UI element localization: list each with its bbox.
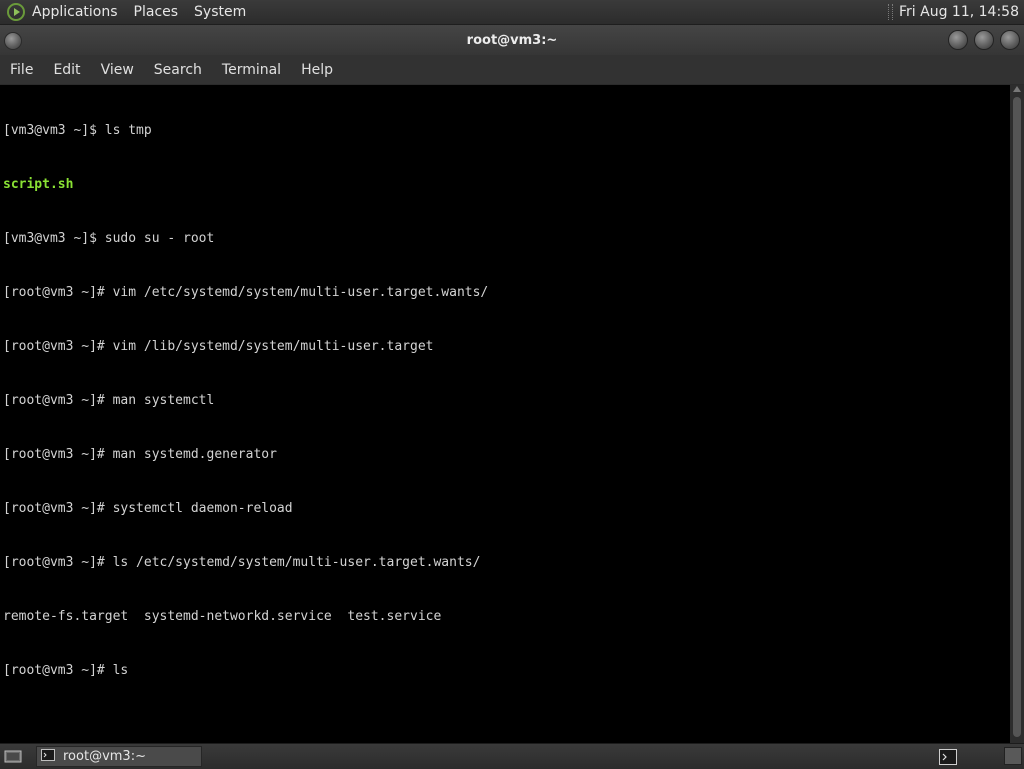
terminal-line: [root@vm3 ~]# vim /lib/systemd/system/mu…: [3, 339, 434, 354]
terminal-line: [root@vm3 ~]# man systemctl: [3, 393, 215, 408]
window-controls: [948, 30, 1020, 50]
maximize-icon[interactable]: [974, 30, 994, 50]
menu-terminal[interactable]: Terminal: [212, 62, 291, 78]
menu-help[interactable]: Help: [291, 62, 343, 78]
panel-logo-icon[interactable]: [4, 0, 28, 24]
scroll-up-arrow-icon[interactable]: [1013, 86, 1021, 92]
terminal-line: remote-fs.target systemd-networkd.servic…: [3, 609, 442, 624]
places-menu[interactable]: Places: [126, 4, 187, 20]
terminal-line: [vm3@vm3 ~]$ ls tmp: [3, 123, 152, 138]
clock[interactable]: Fri Aug 11, 14:58: [899, 4, 1024, 20]
terminal-line: script.sh: [3, 177, 74, 192]
system-menu[interactable]: System: [186, 4, 254, 20]
window-title: root@vm3:~: [466, 32, 558, 48]
menu-edit[interactable]: Edit: [43, 62, 90, 78]
window-titlebar[interactable]: root@vm3:~: [0, 25, 1024, 55]
terminal-output[interactable]: [vm3@vm3 ~]$ ls tmp script.sh [vm3@vm3 ~…: [0, 85, 1010, 743]
menu-search[interactable]: Search: [144, 62, 212, 78]
panel-right-area: Fri Aug 11, 14:58: [888, 0, 1024, 24]
terminal-line: [root@vm3 ~]# ls: [3, 663, 129, 678]
terminal-line: [root@vm3 ~]# systemctl daemon-reload: [3, 501, 293, 516]
bottom-panel: root@vm3:~: [0, 743, 1024, 769]
panel-separator: [888, 4, 894, 20]
menu-file[interactable]: File: [0, 62, 43, 78]
terminal-icon[interactable]: [938, 748, 958, 766]
applications-menu[interactable]: Applications: [28, 4, 126, 20]
minimize-icon[interactable]: [948, 30, 968, 50]
show-desktop-icon[interactable]: [2, 748, 24, 766]
terminal-line: [vm3@vm3 ~]$ sudo su - root: [3, 231, 215, 246]
terminal-line: [root@vm3 ~]# vim /etc/systemd/system/mu…: [3, 285, 489, 300]
terminal-menubar: File Edit View Search Terminal Help: [0, 55, 1024, 84]
terminal-line: [root@vm3 ~]# ls /etc/systemd/system/mul…: [3, 555, 481, 570]
terminal-icon: [41, 748, 55, 765]
scrollbar-thumb[interactable]: [1013, 97, 1021, 737]
terminal-line: [root@vm3 ~]# man systemd.generator: [3, 447, 277, 462]
menu-view[interactable]: View: [91, 62, 144, 78]
close-icon[interactable]: [1000, 30, 1020, 50]
taskbar-item-terminal[interactable]: root@vm3:~: [36, 746, 202, 767]
top-panel: Applications Places System Fri Aug 11, 1…: [0, 0, 1024, 25]
workspace-switcher-icon[interactable]: [1004, 747, 1022, 765]
terminal-scrollbar[interactable]: [1010, 85, 1024, 743]
window-menu-icon[interactable]: [4, 32, 22, 50]
taskbar-item-label: root@vm3:~: [63, 749, 146, 764]
